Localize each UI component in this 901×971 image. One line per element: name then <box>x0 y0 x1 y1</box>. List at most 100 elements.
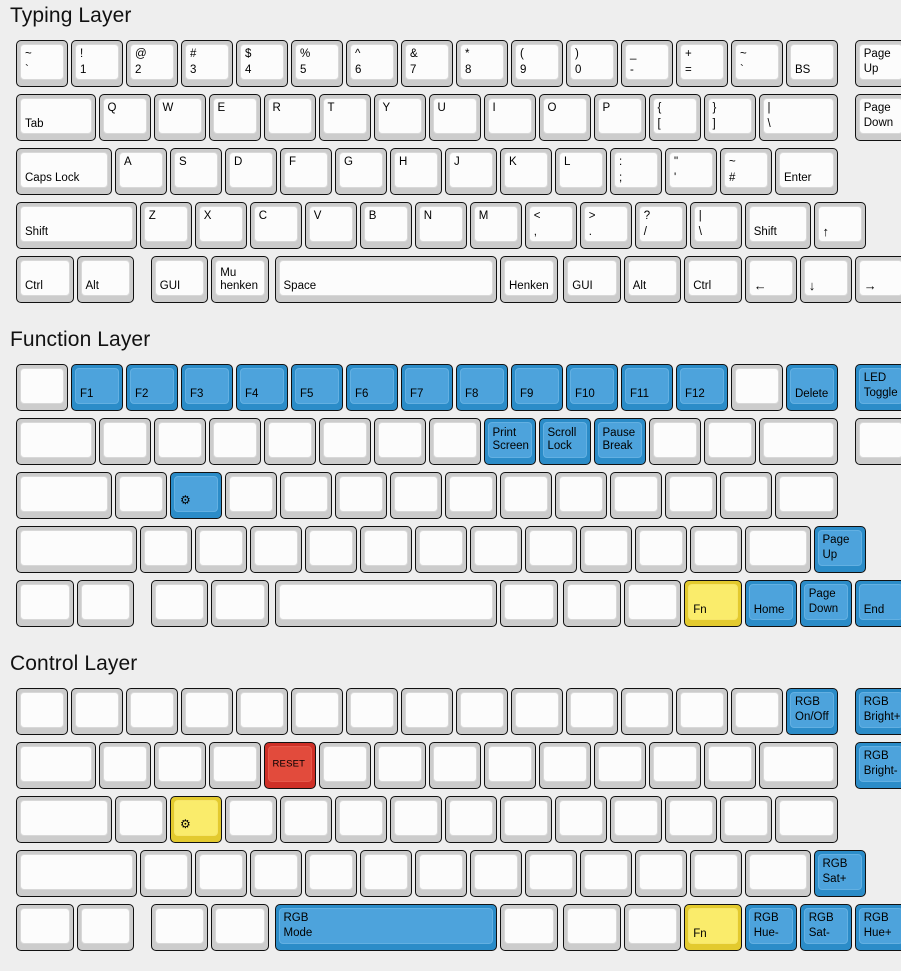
key-blank[interactable] <box>579 850 632 897</box>
key-5[interactable]: % 5 <box>291 40 343 87</box>
key-blank[interactable] <box>115 472 167 519</box>
key-tab[interactable]: Tab <box>16 94 96 141</box>
key-rgb-sat[interactable]: RGB Sat- <box>799 904 852 951</box>
key-blank[interactable] <box>610 472 662 519</box>
key-blank[interactable] <box>16 526 137 573</box>
key-blank[interactable] <box>16 850 137 897</box>
key-blank[interactable] <box>139 526 192 573</box>
key-blank[interactable] <box>648 742 701 789</box>
key-blank[interactable] <box>304 850 357 897</box>
key-blank[interactable] <box>703 742 756 789</box>
key-blank[interactable] <box>758 742 838 789</box>
key-[interactable]: ~ ` <box>16 40 68 87</box>
key-[interactable]: ↑ <box>813 202 866 249</box>
key-blank[interactable] <box>414 526 467 573</box>
key-2[interactable]: @2 <box>126 40 178 87</box>
key-blank[interactable] <box>731 688 783 735</box>
key-blank[interactable] <box>71 688 123 735</box>
key-f3[interactable]: F3 <box>181 364 233 411</box>
key-blank[interactable] <box>593 742 646 789</box>
key-[interactable]: ← <box>744 256 797 303</box>
key-blank[interactable] <box>139 850 192 897</box>
key-blank[interactable] <box>150 904 209 951</box>
key-blank[interactable] <box>720 796 772 843</box>
key-blank[interactable] <box>274 580 497 627</box>
key-c[interactable]: C <box>249 202 302 249</box>
key-alt[interactable]: Alt <box>623 256 682 303</box>
key-gui[interactable]: GUI <box>563 256 621 303</box>
key-1[interactable]: ! 1 <box>71 40 123 87</box>
key-blank[interactable] <box>524 526 577 573</box>
key-blank[interactable] <box>16 742 96 789</box>
key-blank[interactable] <box>511 688 563 735</box>
key-f9[interactable]: F9 <box>511 364 563 411</box>
key-4[interactable]: $4 <box>236 40 288 87</box>
key-blank[interactable] <box>445 796 497 843</box>
key-[interactable]: | \ <box>689 202 742 249</box>
key-ctrl[interactable]: Ctrl <box>684 256 742 303</box>
key-j[interactable]: J <box>445 148 497 195</box>
key-blank[interactable] <box>153 418 206 465</box>
key-settings[interactable]: ⚙ <box>170 796 222 843</box>
key-[interactable]: ~ ` <box>731 40 783 87</box>
key-blank[interactable] <box>98 742 151 789</box>
key-blank[interactable] <box>208 742 261 789</box>
key-[interactable]: " ' <box>665 148 717 195</box>
key-k[interactable]: K <box>500 148 552 195</box>
key-blank[interactable] <box>500 796 552 843</box>
key-t[interactable]: T <box>318 94 371 141</box>
key-blank[interactable] <box>483 742 536 789</box>
key-blank[interactable] <box>359 526 412 573</box>
key-blank[interactable] <box>225 472 277 519</box>
key-blank[interactable] <box>676 688 728 735</box>
key-[interactable]: ? / <box>634 202 687 249</box>
key-blank[interactable] <box>744 850 811 897</box>
key-h[interactable]: H <box>390 148 442 195</box>
key-blank[interactable] <box>555 472 607 519</box>
key-page-down[interactable]: Page Down <box>854 94 901 141</box>
key-f5[interactable]: F5 <box>291 364 343 411</box>
key-s[interactable]: S <box>170 148 222 195</box>
key-blank[interactable] <box>16 580 74 627</box>
key-shift[interactable]: Shift <box>744 202 811 249</box>
key-d[interactable]: D <box>225 148 277 195</box>
key-blank[interactable] <box>720 472 772 519</box>
key-blank[interactable] <box>115 796 167 843</box>
key-blank[interactable] <box>428 742 481 789</box>
key-[interactable]: <, <box>524 202 577 249</box>
key-blank[interactable] <box>524 850 577 897</box>
key-blank[interactable] <box>194 526 247 573</box>
key-blank[interactable] <box>731 364 783 411</box>
key-ctrl[interactable]: Ctrl <box>16 256 74 303</box>
key-blank[interactable] <box>854 418 901 465</box>
key-blank[interactable] <box>263 418 316 465</box>
key-blank[interactable] <box>373 742 426 789</box>
key-blank[interactable] <box>346 688 398 735</box>
key-blank[interactable] <box>648 418 701 465</box>
key-blank[interactable] <box>469 850 522 897</box>
key-b[interactable]: B <box>359 202 412 249</box>
key-page-up[interactable]: Page Up <box>813 526 866 573</box>
key-l[interactable]: L <box>555 148 607 195</box>
key-fn[interactable]: Fn <box>684 580 742 627</box>
key-rgb-bright[interactable]: RGB Bright+ <box>854 688 901 735</box>
key-y[interactable]: Y <box>373 94 426 141</box>
key-blank[interactable] <box>665 472 717 519</box>
key-f6[interactable]: F6 <box>346 364 398 411</box>
key-blank[interactable] <box>623 580 682 627</box>
key-[interactable]: {[ <box>648 94 701 141</box>
key-blank[interactable] <box>390 796 442 843</box>
key-blank[interactable] <box>291 688 343 735</box>
key-home[interactable]: Home <box>744 580 797 627</box>
key-blank[interactable] <box>181 688 233 735</box>
key-blank[interactable] <box>563 580 621 627</box>
key-print-screen[interactable]: Print Screen <box>483 418 536 465</box>
key-henken[interactable]: Henken <box>500 256 558 303</box>
key-fn[interactable]: Fn <box>684 904 742 951</box>
key-v[interactable]: V <box>304 202 357 249</box>
key-blank[interactable] <box>634 850 687 897</box>
key-[interactable]: | \ <box>758 94 838 141</box>
key-blank[interactable] <box>665 796 717 843</box>
key-blank[interactable] <box>373 418 426 465</box>
key-blank[interactable] <box>194 850 247 897</box>
